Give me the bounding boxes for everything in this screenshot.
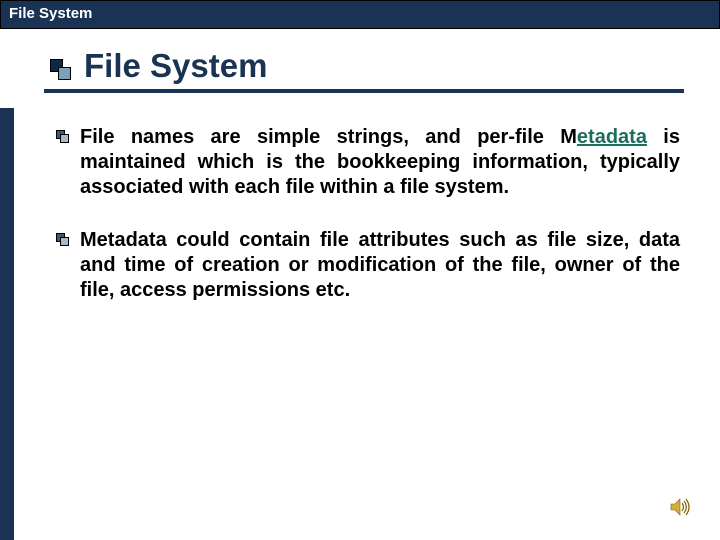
slide-title: File System [84, 47, 267, 85]
bullet-list: File names are simple strings, and per-f… [50, 125, 680, 303]
bullet-icon [56, 130, 72, 144]
left-accent-stripe [0, 108, 14, 540]
slide-content: File System File names are simple string… [0, 29, 720, 303]
metadata-link[interactable]: etadata [577, 126, 647, 148]
bullet-icon [56, 233, 72, 247]
list-item: File names are simple strings, and per-f… [56, 125, 680, 200]
text-segment: Metadata could contain file attributes s… [80, 229, 680, 301]
title-underline [44, 89, 684, 93]
header-bar: File System [0, 0, 720, 29]
list-item: Metadata could contain file attributes s… [56, 228, 680, 303]
bullet-text: Metadata could contain file attributes s… [80, 228, 680, 303]
header-title: File System [9, 5, 92, 22]
title-bullet-icon [50, 59, 80, 85]
title-row: File System [50, 47, 680, 85]
bullet-text: File names are simple strings, and per-f… [80, 125, 680, 200]
speaker-icon[interactable] [670, 497, 692, 522]
text-segment: File names are simple strings, and per-f… [80, 126, 577, 148]
